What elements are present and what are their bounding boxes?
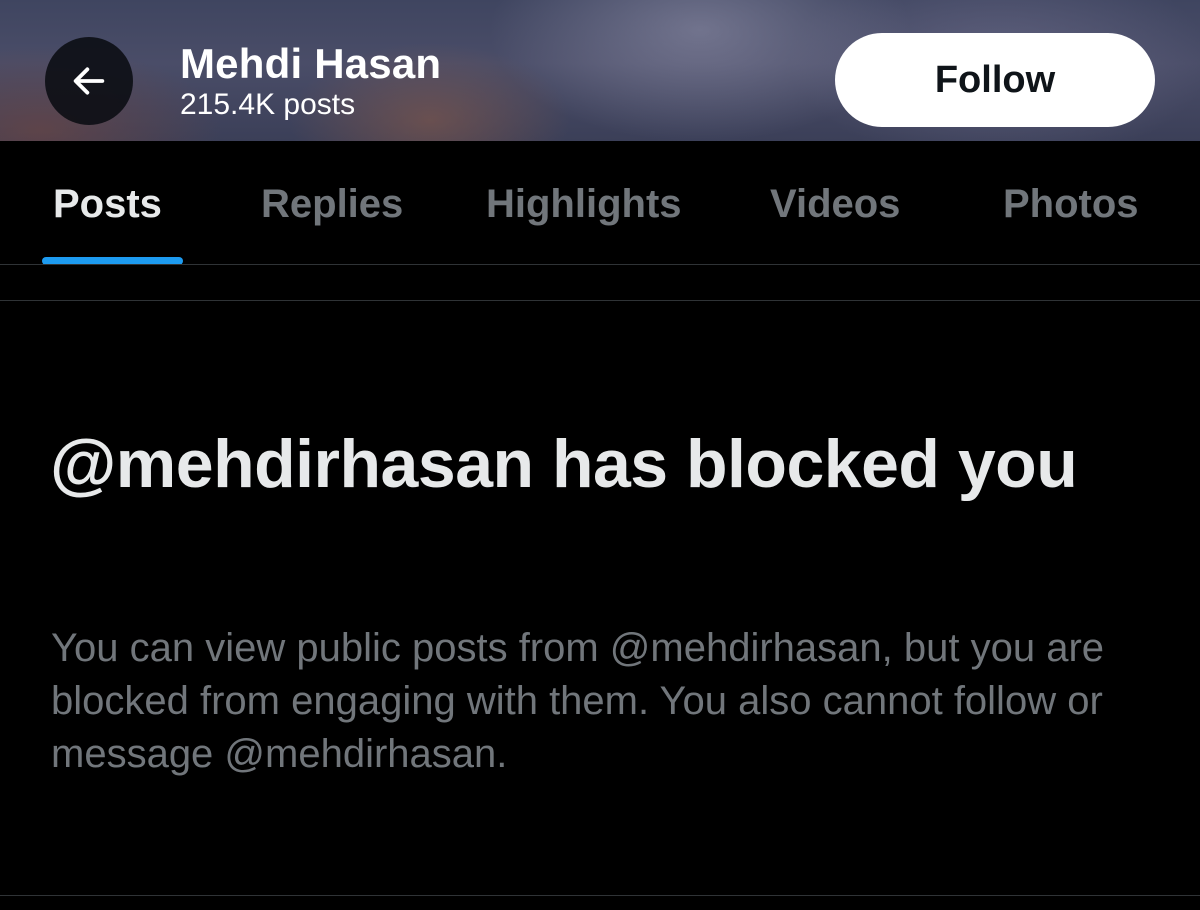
profile-page: Mehdi Hasan 215.4K posts Follow Posts Re… <box>0 0 1200 910</box>
profile-tabs: Posts Replies Highlights Videos Photos <box>0 141 1200 265</box>
tab-videos[interactable]: Videos <box>770 179 900 229</box>
profile-name: Mehdi Hasan <box>180 40 442 87</box>
blocked-title: @mehdirhasan has blocked you <box>50 426 1078 502</box>
tab-replies[interactable]: Replies <box>261 179 403 229</box>
blocked-message: You can view public posts from @mehdirha… <box>51 626 1105 776</box>
back-button[interactable] <box>45 37 133 125</box>
post-count: 215.4K posts <box>180 88 356 121</box>
arrow-left-icon <box>69 61 109 101</box>
tab-photos[interactable]: Photos <box>1003 179 1139 229</box>
divider <box>0 300 1200 301</box>
divider <box>0 895 1200 896</box>
tab-highlights[interactable]: Highlights <box>486 179 682 229</box>
profile-header: Mehdi Hasan 215.4K posts Follow <box>0 0 1200 141</box>
follow-button[interactable]: Follow <box>835 33 1155 127</box>
divider <box>0 264 1200 265</box>
tab-posts[interactable]: Posts <box>53 179 162 229</box>
